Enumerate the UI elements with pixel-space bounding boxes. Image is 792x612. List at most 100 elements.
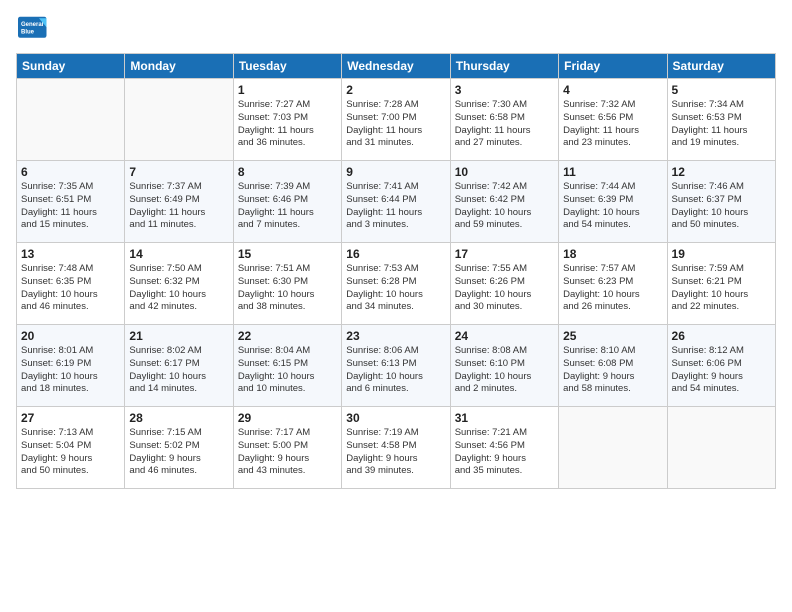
day-number: 9 [346,165,445,179]
calendar-table: SundayMondayTuesdayWednesdayThursdayFrid… [16,53,776,489]
day-info: Sunrise: 8:10 AM Sunset: 6:08 PM Dayligh… [563,345,662,396]
week-row-3: 20 Sunrise: 8:01 AM Sunset: 6:19 PM Dayli… [17,325,776,407]
day-number: 5 [672,83,771,97]
day-number: 28 [129,411,228,425]
day-info: Sunrise: 7:27 AM Sunset: 7:03 PM Dayligh… [238,99,337,150]
day-info: Sunrise: 7:46 AM Sunset: 6:37 PM Dayligh… [672,181,771,232]
day-info: Sunrise: 7:13 AM Sunset: 5:04 PM Dayligh… [21,427,120,478]
day-cell: 22 Sunrise: 8:04 AM Sunset: 6:15 PM Dayli… [233,325,341,407]
day-info: Sunrise: 7:41 AM Sunset: 6:44 PM Dayligh… [346,181,445,232]
day-info: Sunrise: 7:48 AM Sunset: 6:35 PM Dayligh… [21,263,120,314]
svg-text:Blue: Blue [21,29,35,35]
day-info: Sunrise: 7:39 AM Sunset: 6:46 PM Dayligh… [238,181,337,232]
day-number: 25 [563,329,662,343]
day-cell: 31Sunrise: 7:21 AM Sunset: 4:56 PM Dayli… [450,407,558,489]
day-cell [17,79,125,161]
logo: General Blue [16,16,52,45]
day-info: Sunrise: 7:19 AM Sunset: 4:58 PM Dayligh… [346,427,445,478]
day-number: 30 [346,411,445,425]
day-info: Sunrise: 8:02 AM Sunset: 6:17 PM Dayligh… [129,345,228,396]
day-info: Sunrise: 7:55 AM Sunset: 6:26 PM Dayligh… [455,263,554,314]
day-number: 10 [455,165,554,179]
week-row-1: 6 Sunrise: 7:35 AM Sunset: 6:51 PM Daylig… [17,161,776,243]
day-info: Sunrise: 8:08 AM Sunset: 6:10 PM Dayligh… [455,345,554,396]
day-info: Sunrise: 8:12 AM Sunset: 6:06 PM Dayligh… [672,345,771,396]
header-cell-monday: Monday [125,54,233,79]
day-cell [667,407,775,489]
day-number: 24 [455,329,554,343]
day-info: Sunrise: 7:28 AM Sunset: 7:00 PM Dayligh… [346,99,445,150]
day-cell: 21 Sunrise: 8:02 AM Sunset: 6:17 PM Dayli… [125,325,233,407]
day-info: Sunrise: 7:17 AM Sunset: 5:00 PM Dayligh… [238,427,337,478]
day-info: Sunrise: 7:50 AM Sunset: 6:32 PM Dayligh… [129,263,228,314]
day-cell: 12 Sunrise: 7:46 AM Sunset: 6:37 PM Dayli… [667,161,775,243]
day-cell: 3Sunrise: 7:30 AM Sunset: 6:58 PM Daylig… [450,79,558,161]
day-info: Sunrise: 7:51 AM Sunset: 6:30 PM Dayligh… [238,263,337,314]
day-number: 4 [563,83,662,97]
day-number: 1 [238,83,337,97]
day-info: Sunrise: 8:06 AM Sunset: 6:13 PM Dayligh… [346,345,445,396]
day-number: 8 [238,165,337,179]
calendar-body: 1 Sunrise: 7:27 AM Sunset: 7:03 PM Daylig… [17,79,776,489]
day-cell: 6 Sunrise: 7:35 AM Sunset: 6:51 PM Daylig… [17,161,125,243]
day-number: 19 [672,247,771,261]
header-cell-friday: Friday [559,54,667,79]
week-row-0: 1 Sunrise: 7:27 AM Sunset: 7:03 PM Daylig… [17,79,776,161]
header-cell-saturday: Saturday [667,54,775,79]
day-cell: 17Sunrise: 7:55 AM Sunset: 6:26 PM Dayli… [450,243,558,325]
day-cell: 8 Sunrise: 7:39 AM Sunset: 6:46 PM Daylig… [233,161,341,243]
day-info: Sunrise: 7:15 AM Sunset: 5:02 PM Dayligh… [129,427,228,478]
day-info: Sunrise: 7:37 AM Sunset: 6:49 PM Dayligh… [129,181,228,232]
day-cell: 24 Sunrise: 8:08 AM Sunset: 6:10 PM Dayli… [450,325,558,407]
day-number: 20 [21,329,120,343]
day-cell: 16 Sunrise: 7:53 AM Sunset: 6:28 PM Dayli… [342,243,450,325]
day-info: Sunrise: 7:34 AM Sunset: 6:53 PM Dayligh… [672,99,771,150]
day-info: Sunrise: 7:35 AM Sunset: 6:51 PM Dayligh… [21,181,120,232]
day-info: Sunrise: 8:04 AM Sunset: 6:15 PM Dayligh… [238,345,337,396]
day-cell [559,407,667,489]
day-number: 29 [238,411,337,425]
day-cell: 20 Sunrise: 8:01 AM Sunset: 6:19 PM Dayli… [17,325,125,407]
day-cell: 15Sunrise: 7:51 AM Sunset: 6:30 PM Dayli… [233,243,341,325]
page: General Blue SundayMondayTuesdayWednesda… [0,0,792,499]
day-number: 3 [455,83,554,97]
header-cell-thursday: Thursday [450,54,558,79]
day-cell: 25 Sunrise: 8:10 AM Sunset: 6:08 PM Dayli… [559,325,667,407]
day-number: 21 [129,329,228,343]
day-cell: 18 Sunrise: 7:57 AM Sunset: 6:23 PM Dayli… [559,243,667,325]
header-cell-sunday: Sunday [17,54,125,79]
day-cell: 13 Sunrise: 7:48 AM Sunset: 6:35 PM Dayli… [17,243,125,325]
day-number: 16 [346,247,445,261]
day-cell: 30 Sunrise: 7:19 AM Sunset: 4:58 PM Dayli… [342,407,450,489]
day-cell: 10Sunrise: 7:42 AM Sunset: 6:42 PM Dayli… [450,161,558,243]
svg-text:General: General [21,22,44,28]
day-number: 22 [238,329,337,343]
day-cell: 1 Sunrise: 7:27 AM Sunset: 7:03 PM Daylig… [233,79,341,161]
week-row-2: 13 Sunrise: 7:48 AM Sunset: 6:35 PM Dayli… [17,243,776,325]
week-row-4: 27 Sunrise: 7:13 AM Sunset: 5:04 PM Dayli… [17,407,776,489]
day-number: 11 [563,165,662,179]
day-number: 18 [563,247,662,261]
header-cell-wednesday: Wednesday [342,54,450,79]
day-cell: 4Sunrise: 7:32 AM Sunset: 6:56 PM Daylig… [559,79,667,161]
logo-icon: General Blue [18,16,48,40]
day-cell: 14Sunrise: 7:50 AM Sunset: 6:32 PM Dayli… [125,243,233,325]
day-info: Sunrise: 7:57 AM Sunset: 6:23 PM Dayligh… [563,263,662,314]
day-info: Sunrise: 7:44 AM Sunset: 6:39 PM Dayligh… [563,181,662,232]
day-cell: 27 Sunrise: 7:13 AM Sunset: 5:04 PM Dayli… [17,407,125,489]
day-info: Sunrise: 7:59 AM Sunset: 6:21 PM Dayligh… [672,263,771,314]
day-cell: 23 Sunrise: 8:06 AM Sunset: 6:13 PM Dayli… [342,325,450,407]
header-cell-tuesday: Tuesday [233,54,341,79]
day-cell: 9 Sunrise: 7:41 AM Sunset: 6:44 PM Daylig… [342,161,450,243]
day-number: 6 [21,165,120,179]
day-info: Sunrise: 8:01 AM Sunset: 6:19 PM Dayligh… [21,345,120,396]
day-cell: 5 Sunrise: 7:34 AM Sunset: 6:53 PM Daylig… [667,79,775,161]
calendar-header: SundayMondayTuesdayWednesdayThursdayFrid… [17,54,776,79]
day-cell: 2Sunrise: 7:28 AM Sunset: 7:00 PM Daylig… [342,79,450,161]
day-number: 13 [21,247,120,261]
day-number: 12 [672,165,771,179]
day-number: 27 [21,411,120,425]
day-number: 7 [129,165,228,179]
day-info: Sunrise: 7:53 AM Sunset: 6:28 PM Dayligh… [346,263,445,314]
day-number: 23 [346,329,445,343]
